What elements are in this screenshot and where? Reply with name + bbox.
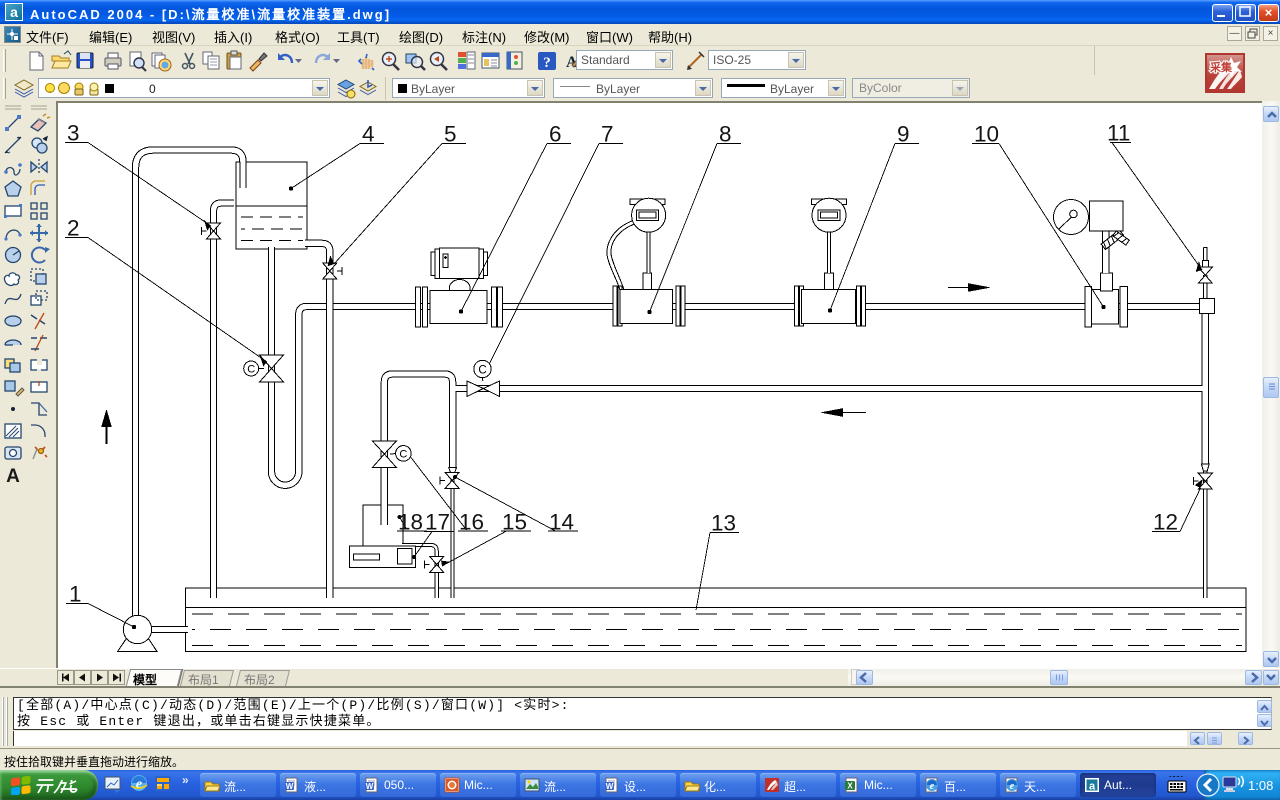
svg-text:e: e	[930, 781, 935, 792]
svg-text:W: W	[366, 782, 374, 791]
svg-text:4: 4	[362, 122, 375, 147]
svg-text:13: 13	[711, 511, 736, 536]
svg-text:W: W	[286, 782, 294, 791]
svg-text:C: C	[399, 448, 407, 460]
svg-text:2: 2	[67, 216, 80, 241]
svg-text:采集: 采集	[1209, 60, 1233, 74]
svg-text:7: 7	[601, 122, 614, 147]
svg-text:3: 3	[67, 121, 80, 146]
svg-text:17: 17	[425, 510, 450, 535]
svg-text:9: 9	[897, 122, 910, 147]
svg-text:6: 6	[549, 122, 562, 147]
svg-text:»: »	[182, 774, 189, 787]
svg-text:e: e	[1010, 781, 1015, 792]
svg-text:12: 12	[1153, 510, 1178, 535]
svg-text:?: ?	[543, 55, 551, 71]
svg-text:X: X	[847, 782, 853, 791]
svg-text:A: A	[6, 466, 20, 487]
svg-text:C: C	[478, 364, 486, 376]
svg-text:C: C	[247, 364, 255, 376]
svg-text:e: e	[136, 777, 142, 792]
svg-text:8: 8	[719, 122, 732, 147]
svg-text:11: 11	[1107, 121, 1130, 146]
svg-text:5: 5	[444, 122, 457, 147]
svg-text:1: 1	[69, 582, 82, 607]
svg-text:W: W	[606, 782, 614, 791]
svg-text:10: 10	[974, 122, 999, 147]
svg-text:a: a	[1089, 781, 1096, 793]
